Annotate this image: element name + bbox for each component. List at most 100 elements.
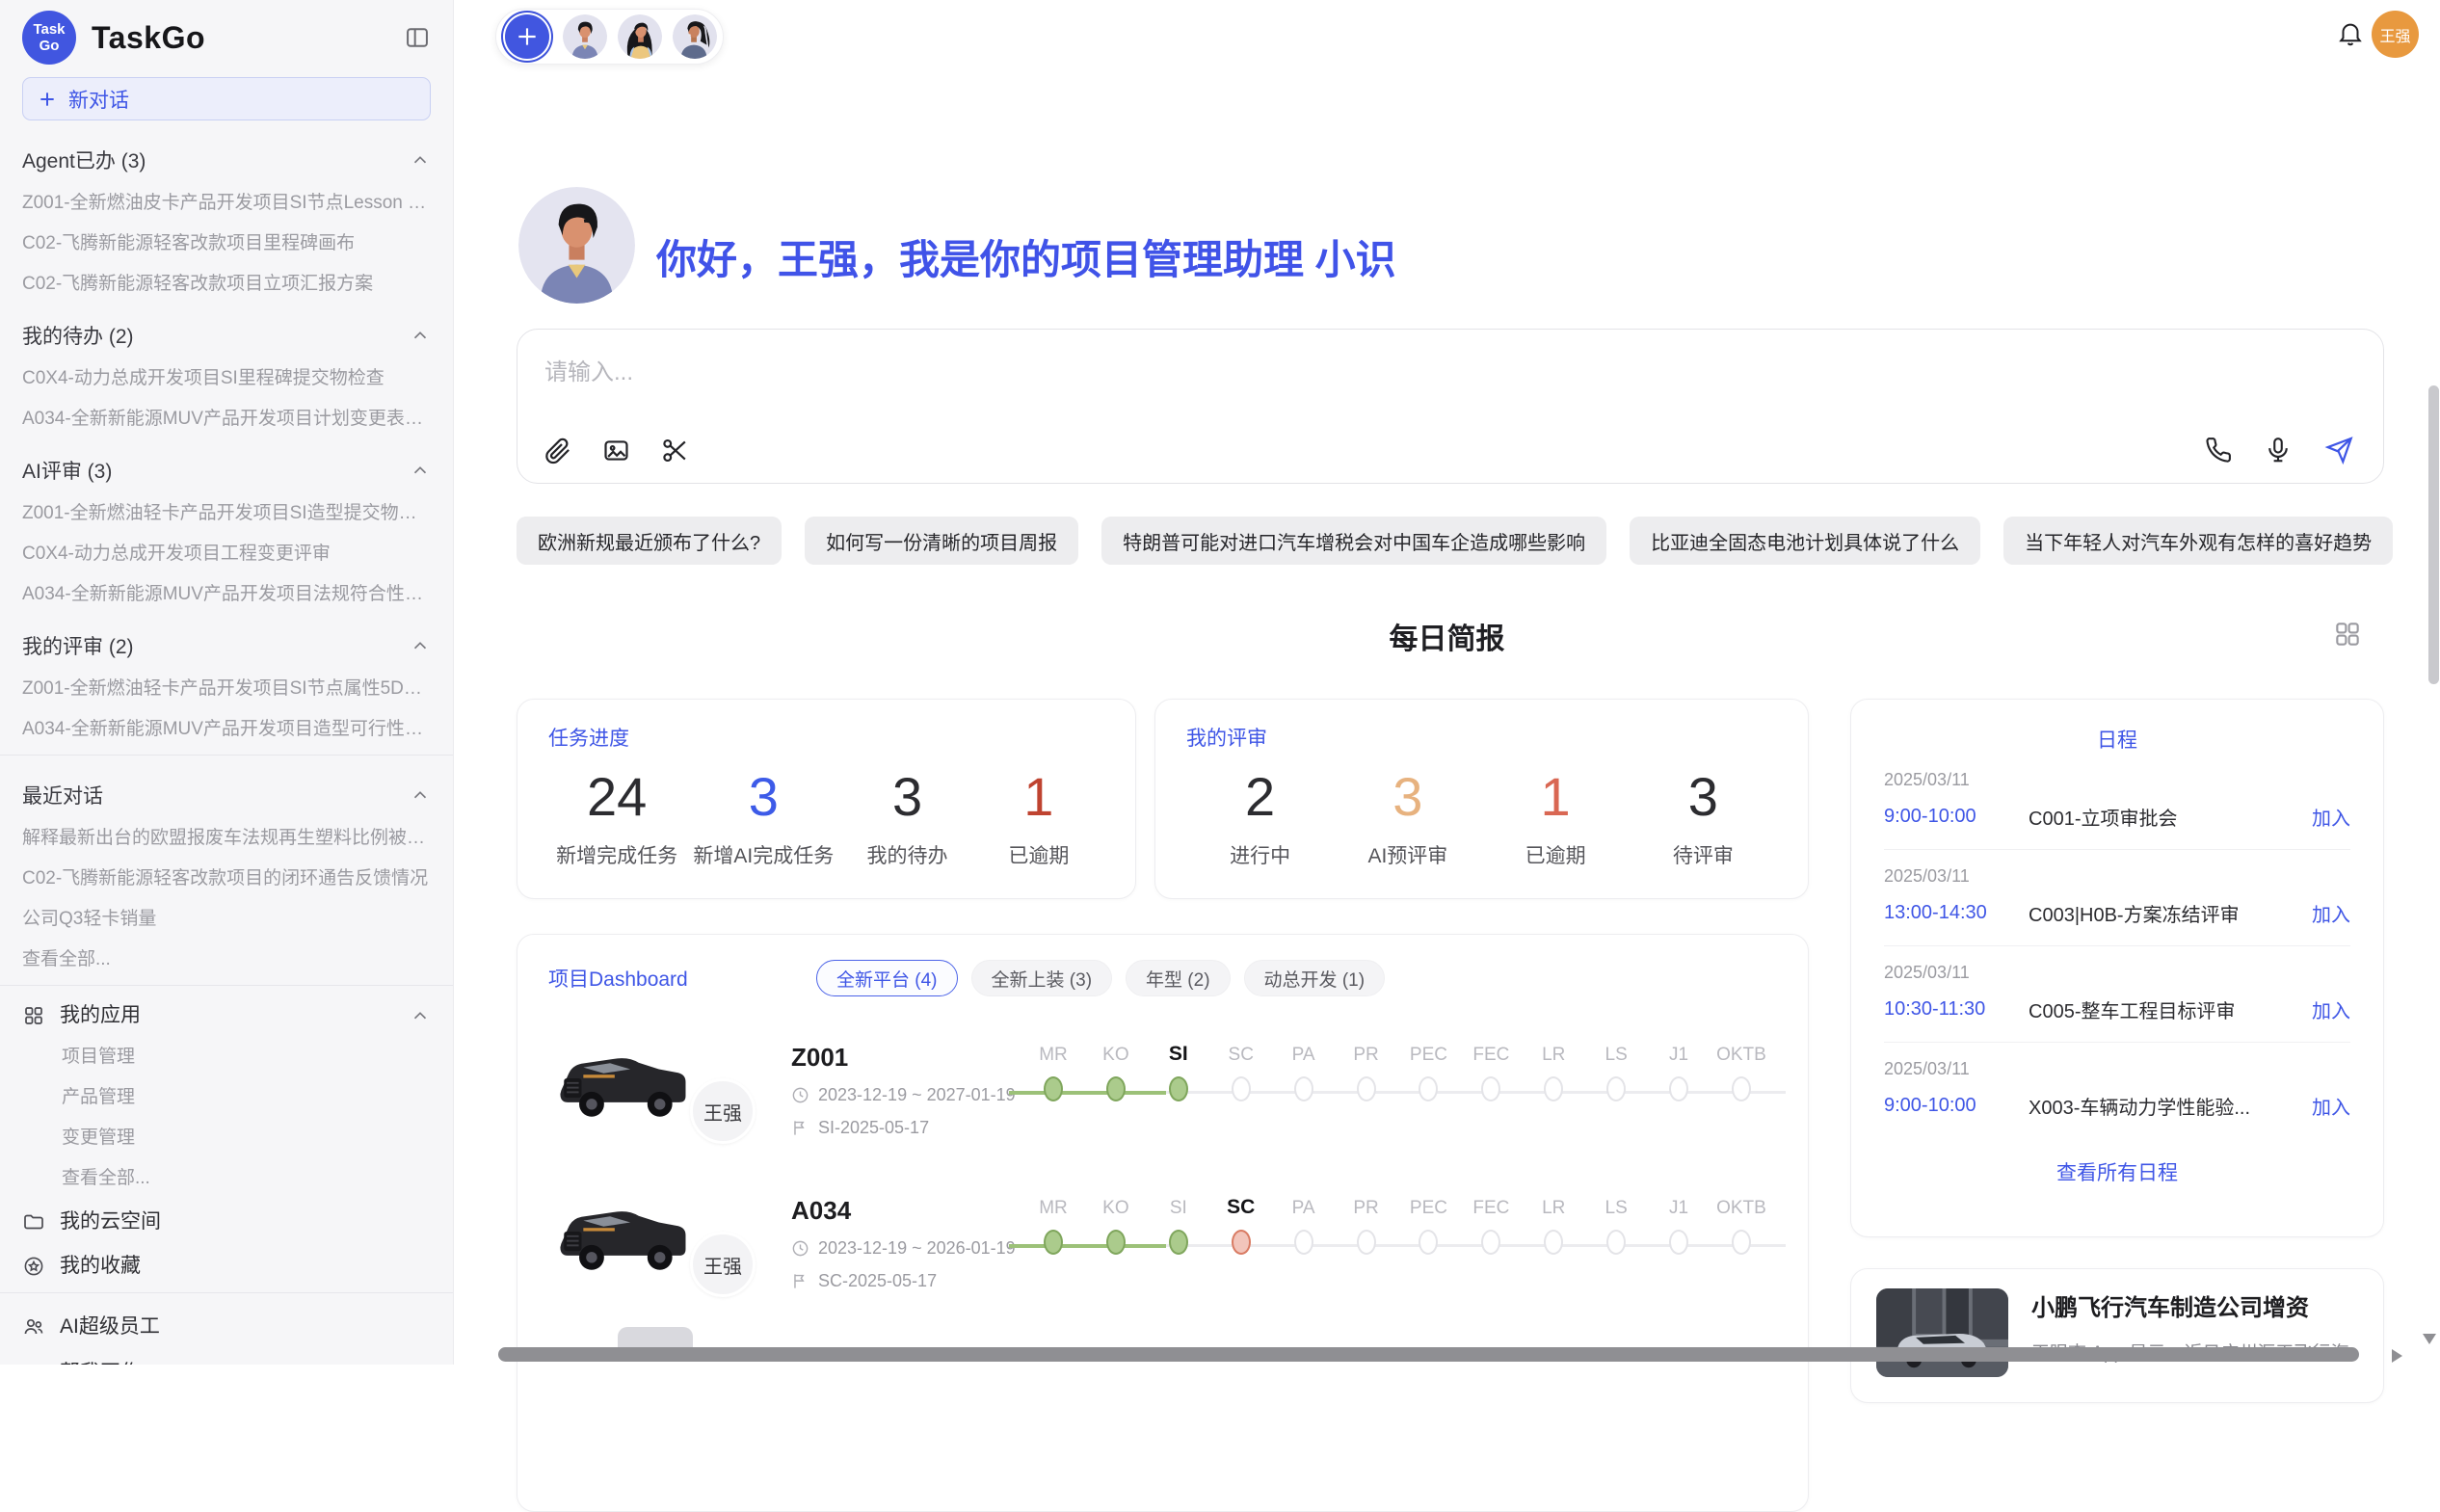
dashboard-tab[interactable]: 年型 (2) (1126, 960, 1231, 996)
dashboard-tab[interactable]: 动总开发 (1) (1244, 960, 1386, 996)
chat-input[interactable]: 请输入... (517, 329, 2384, 484)
horizontal-scrollbar[interactable] (498, 1347, 2359, 1362)
mic-icon[interactable] (2264, 436, 2293, 464)
recent-chat-item[interactable]: C02-飞腾新能源轻客改款项目的闭环通告反馈情况 (22, 866, 431, 890)
schedule-entry: 2025/03/11 13:00-14:30 C003|H0B-方案冻结评审 加… (1884, 850, 2350, 946)
recent-view-all[interactable]: 查看全部... (22, 947, 431, 971)
join-button[interactable]: 加入 (2312, 899, 2350, 927)
dashboard-tab[interactable]: 全新上装 (3) (971, 960, 1113, 996)
scissors-icon[interactable] (660, 436, 690, 465)
image-icon[interactable] (601, 436, 631, 465)
stat-item: 3 待评审 (1645, 763, 1761, 869)
layout-grid-icon[interactable] (2332, 619, 2363, 650)
join-button[interactable]: 加入 (2312, 995, 2350, 1023)
suggestion-chip[interactable]: 当下年轻人对汽车外观有怎样的喜好趋势 (2003, 517, 2393, 565)
scroll-down-arrow[interactable] (2423, 1334, 2436, 1344)
agent-avatar-1[interactable] (563, 14, 607, 59)
vertical-scrollbar[interactable] (2428, 385, 2439, 684)
schedule-time: 9:00-10:00 (1884, 806, 2019, 828)
stat-label: 待评审 (1645, 840, 1761, 869)
section-my-todo[interactable]: 我的待办 (2) (22, 321, 431, 350)
apps-view-all[interactable]: 查看全部... (22, 1166, 431, 1190)
news-card[interactable]: 小鹏飞行汽车制造公司增资 天眼查 App 显示，近日广州汇天飞行汽... (1850, 1268, 2384, 1403)
sidebar-task-item[interactable]: Z001-全新燃油轻卡产品开发项目SI节点属性5D文件评审 (22, 676, 431, 701)
agent-avatar-2[interactable] (618, 14, 662, 59)
join-button[interactable]: 加入 (2312, 1092, 2350, 1120)
milestone: SC (1210, 1037, 1272, 1101)
panel-toggle-icon[interactable] (404, 24, 431, 51)
suggestion-chips: 欧洲新规最近颁布了什么? 如何写一份清晰的项目周报特朗普可能对进口汽车增税会对中国… (517, 517, 2393, 565)
chevron-up-icon[interactable] (410, 325, 431, 346)
user-avatar[interactable]: 王强 (2372, 11, 2419, 58)
suggestion-chip[interactable]: 欧洲新规最近颁布了什么? (517, 517, 782, 565)
sidebar-task-item[interactable]: A034-全新新能源MUV产品开发项目造型可行性评审 (22, 717, 431, 741)
add-agent-button[interactable] (505, 14, 549, 59)
milestone-dot (1481, 1076, 1500, 1101)
chevron-up-icon[interactable] (410, 635, 431, 656)
milestone-label: PA (1292, 1190, 1315, 1219)
project-row-z001[interactable]: 王强 Z001 2023-12-19 ~ 2027-01-19 SI-2025-… (548, 1031, 1777, 1166)
phone-icon[interactable] (2204, 436, 2233, 464)
app-item[interactable]: 产品管理 (22, 1085, 431, 1109)
my-review-card: 我的评审 2 进行中 3 AI预评审 1 已逾期 3 待评审 (1154, 699, 1809, 899)
section-recent-chats[interactable]: 最近对话 (22, 781, 431, 809)
chevron-up-icon[interactable] (410, 149, 431, 171)
recent-chat-item[interactable]: 解释最新出台的欧盟报废车法规再生塑料比例被调至15%... (22, 826, 431, 850)
project-dates: 2023-12-19 ~ 2026-01-19 (791, 1238, 1018, 1259)
milestone-dot (1106, 1230, 1126, 1255)
project-row-a034[interactable]: 王强 A034 2023-12-19 ~ 2026-01-19 SC-2025-… (548, 1184, 1777, 1319)
section-agent-done[interactable]: Agent已办 (3) (22, 146, 431, 174)
new-chat-button[interactable]: 新对话 (22, 77, 431, 120)
sidebar-task-item[interactable]: Z001-全新燃油皮卡产品开发项目SI节点Lesson Learn报告 (22, 191, 431, 215)
sidebar-item-help-me-write[interactable]: 帮我写作 (22, 1361, 431, 1365)
chevron-up-icon[interactable] (410, 784, 431, 806)
project-milestone-date: SI-2025-05-17 (791, 1118, 1018, 1138)
assistant-avatar (518, 187, 635, 304)
sidebar-item-favorites[interactable]: 我的收藏 (22, 1254, 431, 1279)
section-my-review[interactable]: 我的评审 (2) (22, 631, 431, 660)
join-button[interactable]: 加入 (2312, 803, 2350, 831)
project-name: A034 (791, 1196, 1018, 1226)
app-item[interactable]: 项目管理 (22, 1045, 431, 1069)
flag-icon (791, 1272, 809, 1290)
card-title: 我的评审 (1186, 723, 1777, 752)
sidebar-task-item[interactable]: A034-全新新能源MUV产品开发项目法规符合性评审 (22, 582, 431, 606)
sidebar-task-item[interactable]: C02-飞腾新能源轻客改款项目立项汇报方案 (22, 272, 431, 296)
recent-chat-item[interactable]: 公司Q3轻卡销量 (22, 907, 431, 931)
milestone-dot (1669, 1230, 1688, 1255)
scroll-right-arrow[interactable] (2392, 1349, 2402, 1363)
chevron-up-icon[interactable] (410, 460, 431, 481)
milestone: KO (1085, 1037, 1147, 1101)
sidebar-item-my-apps[interactable]: 我的应用 (22, 1003, 431, 1028)
bell-icon[interactable] (2336, 19, 2365, 48)
send-icon[interactable] (2323, 435, 2354, 465)
dashboard-tab[interactable]: 全新平台 (4) (816, 960, 958, 996)
sidebar-task-item[interactable]: C02-飞腾新能源轻客改款项目里程碑画布 (22, 231, 431, 255)
suggestion-chip[interactable]: 特朗普可能对进口汽车增税会对中国车企造成哪些影响 (1101, 517, 1606, 565)
section-ai-review[interactable]: AI评审 (3) (22, 456, 431, 485)
app-item[interactable]: 变更管理 (22, 1126, 431, 1150)
sidebar-item-cloud-space[interactable]: 我的云空间 (22, 1209, 431, 1234)
attach-icon[interactable] (543, 436, 572, 465)
project-dashboard-card: 项目Dashboard 全新平台 (4)全新上装 (3)年型 (2)动总开发 (… (517, 934, 1809, 1512)
schedule-event-title: C001-立项审批会 (2029, 803, 2302, 831)
suggestion-chip[interactable]: 如何写一份清晰的项目周报 (805, 517, 1078, 565)
my-todo-list: C0X4-动力总成开发项目SI里程碑提交物检查 A034-全新新能源MUV产品开发… (22, 366, 431, 431)
sidebar-task-item[interactable]: Z001-全新燃油轻卡产品开发项目SI造型提交物评审 (22, 501, 431, 525)
suggestion-chip[interactable]: 比亚迪全固态电池计划具体说了什么 (1630, 517, 1980, 565)
view-all-schedule-link[interactable]: 查看所有日程 (1884, 1157, 2350, 1186)
sidebar-task-item[interactable]: C0X4-动力总成开发项目工程变更评审 (22, 542, 431, 566)
milestone: LR (1523, 1037, 1584, 1101)
agent-avatar-3[interactable] (673, 14, 717, 59)
sidebar-task-item[interactable]: A034-全新新能源MUV产品开发项目计划变更表编写 (22, 407, 431, 431)
milestone-label: PEC (1410, 1037, 1447, 1066)
stat-value: 3 (1645, 763, 1761, 831)
main-content: 王强 你好，王强，我是你的项目管理助理 小识 请输入... 欧洲新规最近颁布了什… (454, 0, 2440, 1365)
milestone: LR (1523, 1190, 1584, 1255)
sidebar-item-ai-super-staff[interactable]: AI超级员工 (22, 1314, 431, 1340)
chevron-up-icon[interactable] (410, 1005, 431, 1026)
agent-done-list: Z001-全新燃油皮卡产品开发项目SI节点Lesson Learn报告 C02-飞… (22, 191, 431, 296)
sidebar-task-item[interactable]: C0X4-动力总成开发项目SI里程碑提交物检查 (22, 366, 431, 390)
milestone: SI (1148, 1190, 1209, 1255)
milestone-label: SC (1229, 1037, 1254, 1066)
